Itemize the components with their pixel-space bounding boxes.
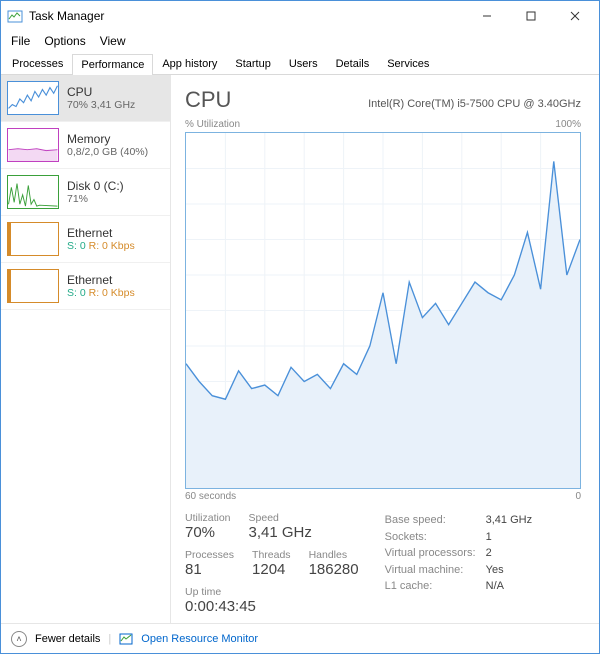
l1-value: N/A [486,578,504,595]
sidebar-item-cpu[interactable]: CPU 70% 3,41 GHz [1,75,170,122]
handles-value: 186280 [309,561,359,578]
sidebar-item-label: Disk 0 (C:) [67,179,124,193]
sockets-label: Sockets: [385,529,480,546]
sidebar-item-memory[interactable]: Memory 0,8/2,0 GB (40%) [1,122,170,169]
close-button[interactable] [553,1,597,31]
sidebar-item-label: Memory [67,132,148,146]
sidebar-item-ethernet-2[interactable]: Ethernet S: 0 R: 0 Kbps [1,263,170,310]
sidebar-item-label: CPU [67,85,135,99]
footer: ˄ Fewer details | Open Resource Monitor [1,623,599,653]
sidebar-item-label: Ethernet [67,273,135,287]
chevron-up-icon[interactable]: ˄ [11,631,27,647]
threads-label: Threads [252,549,291,561]
vm-label: Virtual machine: [385,562,480,579]
maximize-button[interactable] [509,1,553,31]
uptime-label: Up time [185,586,359,598]
tab-details[interactable]: Details [327,53,379,74]
cpu-thumb-icon [7,81,59,115]
ethernet-thumb-icon [7,222,59,256]
menu-view[interactable]: View [94,32,132,50]
app-icon [7,8,23,24]
menubar: File Options View [1,31,599,51]
uptime-value: 0:00:43:45 [185,598,359,615]
tab-strip: Processes Performance App history Startu… [1,51,599,75]
utilization-label: Utilization [185,512,231,524]
sidebar-item-ethernet-1[interactable]: Ethernet S: 0 R: 0 Kbps [1,216,170,263]
ethernet-thumb-icon [7,269,59,303]
tab-processes[interactable]: Processes [3,53,72,74]
utilization-value: 70% [185,524,231,541]
sidebar-item-disk[interactable]: Disk 0 (C:) 71% [1,169,170,216]
vprocs-value: 2 [486,545,492,562]
processes-label: Processes [185,549,234,561]
tab-users[interactable]: Users [280,53,327,74]
speed-value: 3,41 GHz [249,524,312,541]
sidebar-item-stat: 71% [67,193,124,205]
disk-thumb-icon [7,175,59,209]
tab-app-history[interactable]: App history [153,53,226,74]
fewer-details-button[interactable]: Fewer details [35,633,100,645]
cpu-details-table: Base speed: 3,41 GHz Sockets: 1 Virtual pr… [385,512,532,615]
scale-label-bottom-left: 60 seconds [185,491,236,502]
base-speed-value: 3,41 GHz [486,512,532,529]
open-resource-monitor-link[interactable]: Open Resource Monitor [141,633,258,645]
tab-services[interactable]: Services [378,53,438,74]
tab-startup[interactable]: Startup [226,53,279,74]
menu-options[interactable]: Options [38,32,91,50]
memory-thumb-icon [7,128,59,162]
processes-value: 81 [185,561,234,578]
sidebar-item-stat: 70% 3,41 GHz [67,99,135,111]
window-title: Task Manager [29,9,465,23]
cpu-model: Intel(R) Core(TM) i5-7500 CPU @ 3.40GHz [368,98,581,110]
sockets-value: 1 [486,529,492,546]
main-panel: CPU Intel(R) Core(TM) i5-7500 CPU @ 3.40… [171,75,599,623]
handles-label: Handles [309,549,359,561]
sidebar: CPU 70% 3,41 GHz Memory 0,8/2,0 GB (40%) [1,75,171,623]
threads-value: 1204 [252,561,291,578]
page-title: CPU [185,87,231,113]
vprocs-label: Virtual processors: [385,545,480,562]
scale-label-top-right: 100% [555,119,581,130]
menu-file[interactable]: File [5,32,36,50]
titlebar: Task Manager [1,1,599,31]
l1-label: L1 cache: [385,578,480,595]
speed-label: Speed [249,512,312,524]
vm-value: Yes [486,562,504,579]
base-speed-label: Base speed: [385,512,480,529]
tab-performance[interactable]: Performance [72,54,153,75]
sidebar-item-stat: S: 0 R: 0 Kbps [67,287,135,299]
scale-label-bottom-right: 0 [575,491,581,502]
cpu-chart [185,132,581,489]
resource-monitor-icon [119,632,133,646]
minimize-button[interactable] [465,1,509,31]
sidebar-item-stat: 0,8/2,0 GB (40%) [67,146,148,158]
sidebar-item-label: Ethernet [67,226,135,240]
sidebar-item-stat: S: 0 R: 0 Kbps [67,240,135,252]
scale-label-top-left: % Utilization [185,119,240,130]
stats-grid: Utilization 70% Speed 3,41 GHz Processes… [185,512,581,615]
